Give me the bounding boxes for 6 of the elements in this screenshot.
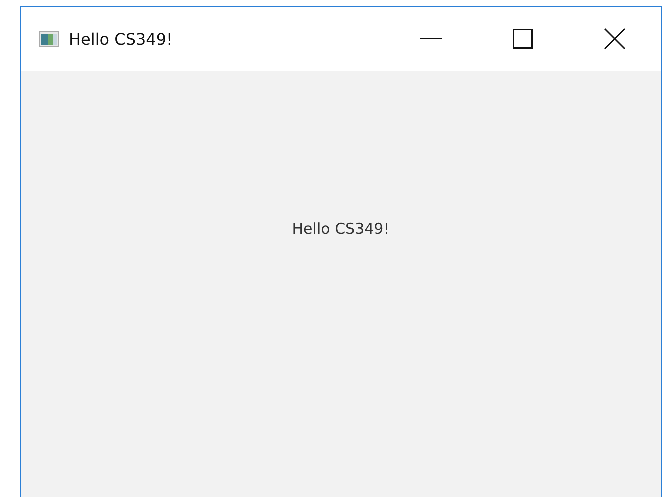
app-icon [39, 31, 59, 47]
close-icon [604, 28, 626, 50]
maximize-icon [513, 29, 533, 49]
greeting-label: Hello CS349! [292, 220, 390, 238]
window-title: Hello CS349! [69, 30, 174, 48]
minimize-icon [420, 38, 442, 40]
